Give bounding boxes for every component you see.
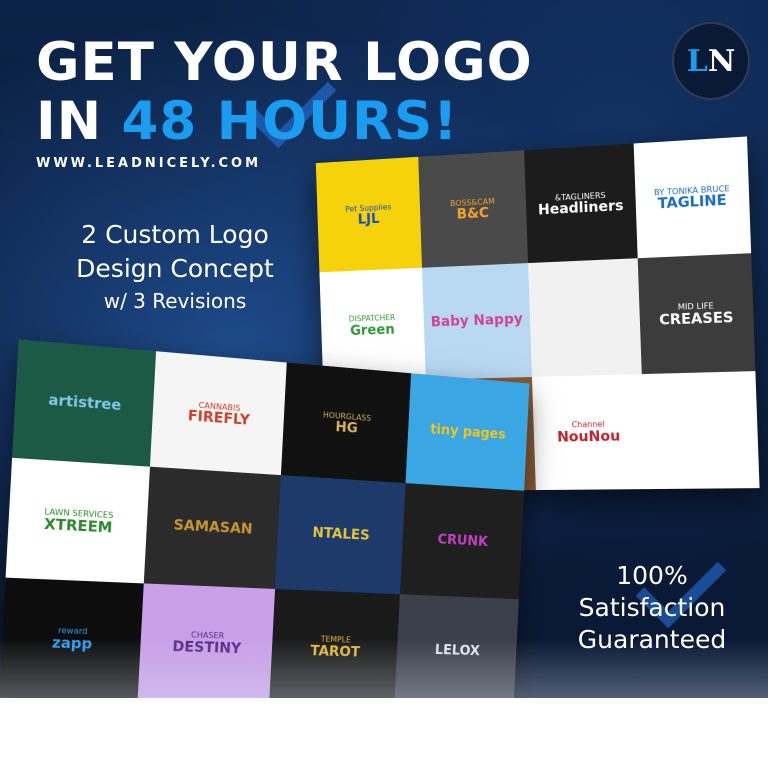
tile-content: artistree	[47, 392, 122, 415]
hourglass-logo: HOURGLASS HG	[280, 362, 412, 484]
tile-content: DISPATCHER Green	[349, 312, 396, 339]
brand-logo-letter-l: L	[686, 43, 708, 79]
tile-text: tiny pages	[429, 421, 507, 443]
tile-content: Baby Nappy	[430, 311, 524, 331]
offer-line-2: Design Concept	[76, 254, 274, 283]
headline-accent: 48 HOURS!	[121, 91, 459, 152]
firefly-cannabis-logo: CANNABIS FIREFLY	[149, 351, 287, 476]
tile-text: artistree	[47, 392, 122, 415]
brand-logo-mark: LN	[687, 44, 736, 79]
artistree-logo: artistree	[12, 339, 157, 468]
headliners-logo: &TAGLINERS Headliners	[524, 143, 638, 264]
tile-content: SAMASAN	[173, 517, 253, 539]
tile-content: HOURGLASS HG	[322, 409, 371, 438]
boss-cam-logo: BOSS&CAM B&C	[418, 150, 529, 269]
tile-content: Channel NouNou	[557, 419, 621, 447]
nounou-logo: Channel NouNou	[531, 373, 646, 491]
offer-text: 2 Custom Logo Design Concept w/ 3 Revisi…	[40, 218, 310, 316]
tile-text: Headliners	[537, 198, 624, 219]
headline-prefix: IN	[36, 91, 122, 152]
stethoscope-logo	[528, 258, 642, 377]
tile-text: CRUNK	[437, 532, 489, 551]
tiny-pages-logo: tiny pages	[405, 373, 530, 492]
blank-tile	[641, 370, 760, 490]
headline-line-1: GET YOUR LOGO	[36, 32, 533, 93]
guarantee-line-3: Guaranteed	[577, 625, 727, 654]
tile-content: Pet Supplies LJL	[345, 201, 392, 229]
offer-line-1: 2 Custom Logo	[81, 220, 269, 249]
guarantee-line-2: Satisfaction	[578, 593, 726, 622]
offer-line-3: w/ 3 Revisions	[103, 289, 247, 313]
headline: GET YOUR LOGO IN 48 HOURS!	[36, 36, 533, 148]
tagline-logo: BY TONIKA BRUCE TAGLINE	[633, 136, 752, 259]
website-url: WWW.LEADNICELY.COM	[36, 156, 262, 171]
floor-strip	[0, 638, 768, 768]
crunk-logo: CRUNK	[399, 483, 525, 599]
brand-logo: LN	[672, 22, 750, 100]
headline-line-2: IN 48 HOURS!	[36, 95, 533, 148]
samasan-logo: SAMASAN	[143, 467, 281, 589]
guarantee-line-1: 100%	[616, 561, 688, 590]
brand-logo-letter-n: N	[707, 43, 736, 79]
tile-text: B&C	[456, 205, 490, 224]
tile-text: XTREEM	[43, 516, 113, 537]
tile-text: NTALES	[312, 525, 370, 545]
guarantee-text: 100% Satisfaction Guaranteed	[552, 560, 752, 656]
xtreem-logo: LAWN SERVICES XTREEM	[5, 458, 150, 584]
tile-content: NTALES	[312, 525, 370, 545]
ntales-logo: NTALES	[275, 475, 406, 594]
tile-content: CANNABIS FIREFLY	[187, 398, 250, 429]
green-dispatcher-logo: DISPATCHER Green	[319, 268, 426, 383]
tile-text: Baby Nappy	[430, 311, 524, 331]
mid-life-creases-logo: MID LIFE CREASES	[637, 253, 756, 374]
tile-content: tiny pages	[429, 421, 507, 443]
tile-content: &TAGLINERS Headliners	[538, 188, 624, 219]
tile-text: FIREFLY	[187, 408, 251, 430]
tile-content: LAWN SERVICES XTREEM	[43, 506, 114, 537]
tile-text: LJL	[357, 211, 380, 229]
tile-content: BOSS&CAM B&C	[450, 195, 496, 223]
tile-text: TAGLINE	[657, 192, 727, 213]
tile-text: Green	[349, 321, 395, 339]
tile-text: HG	[335, 419, 359, 438]
ljl-logo: Pet Supplies LJL	[315, 156, 423, 273]
tile-content: CRUNK	[437, 532, 489, 551]
tile-text: CREASES	[659, 309, 734, 329]
baby-nappy-logo: Baby Nappy	[422, 263, 532, 380]
tile-text: SAMASAN	[173, 517, 253, 538]
tile-text: NouNou	[556, 428, 621, 446]
tile-content: MID LIFE CREASES	[659, 299, 734, 328]
tile-content: BY TONIKA BRUCE TAGLINE	[654, 183, 731, 214]
